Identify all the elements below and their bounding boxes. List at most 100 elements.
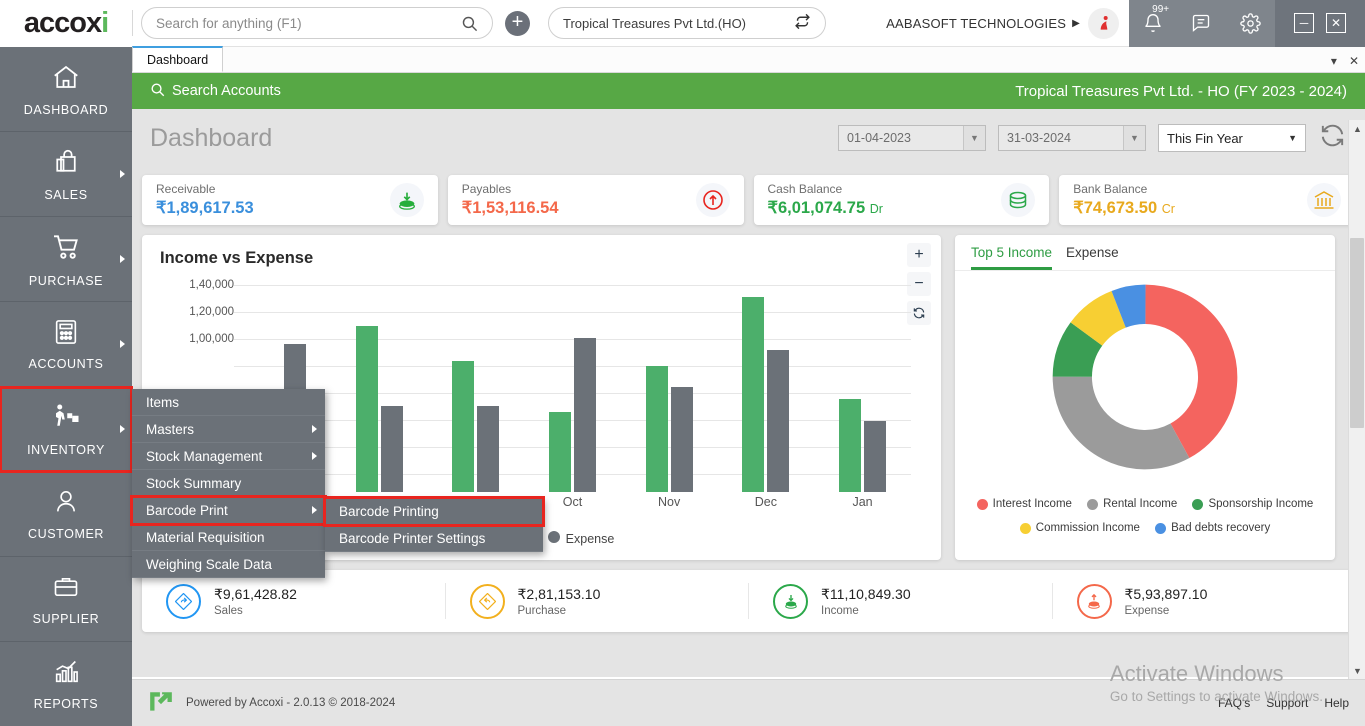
summary-income[interactable]: ₹11,10,849.30 Income — [749, 583, 1053, 619]
pie-tab-strip: Top 5 Income Expense — [955, 235, 1335, 271]
support-link[interactable]: Support — [1266, 696, 1308, 710]
menu-item-items[interactable]: Items — [132, 389, 325, 416]
inventory-menu: Items Masters Stock Management Stock Sum… — [132, 389, 325, 578]
legend-item-bad-debts-recovery[interactable]: Bad debts recovery — [1155, 518, 1270, 539]
slice-bad-debts-recovery — [1072, 304, 1217, 449]
global-search[interactable] — [141, 7, 493, 39]
kpi-card-payables[interactable]: Payables ₹1,53,116.54 — [448, 175, 744, 225]
summary-label: Income — [821, 605, 911, 617]
switch-company-icon[interactable] — [794, 13, 811, 33]
sidebar-item-customer[interactable]: CUSTOMER — [0, 472, 132, 557]
legend-label: Interest Income — [993, 494, 1072, 515]
search-accounts-button[interactable]: Search Accounts — [150, 82, 281, 101]
refresh-icon[interactable] — [1318, 121, 1347, 155]
chevron-right-icon — [120, 425, 125, 433]
summary-value: ₹9,61,428.82 — [214, 586, 297, 603]
legend-item-rental-income[interactable]: Rental Income — [1087, 494, 1177, 515]
bar-expense[interactable] — [381, 406, 403, 492]
purchase-icon — [470, 584, 505, 619]
sidebar-item-label: ACCOUNTS — [29, 357, 104, 371]
menu-item-barcode-printer-settings[interactable]: Barcode Printer Settings — [325, 525, 543, 552]
chevron-down-icon[interactable]: ▼ — [963, 126, 985, 150]
company-selector[interactable]: Tropical Treasures Pvt Ltd.(HO) — [548, 7, 826, 39]
search-input[interactable] — [156, 16, 461, 31]
menu-item-stock-summary[interactable]: Stock Summary — [132, 470, 325, 497]
bar-expense[interactable] — [574, 338, 596, 492]
close-button[interactable]: ✕ — [1326, 13, 1346, 33]
menu-item-barcode-print[interactable]: Barcode Print — [132, 497, 325, 524]
menu-item-masters[interactable]: Masters — [132, 416, 325, 443]
faq-link[interactable]: FAQ's — [1218, 696, 1250, 710]
bar-expense[interactable] — [767, 350, 789, 492]
scroll-down-arrow[interactable]: ▼ — [1349, 662, 1365, 679]
summary-value: ₹2,81,153.10 — [518, 586, 601, 603]
legend-label: Expense — [566, 532, 615, 546]
summary-expense[interactable]: ₹5,93,897.10 Expense — [1053, 583, 1356, 619]
kpi-card-bank-balance[interactable]: Bank Balance ₹74,673.50 Cr — [1059, 175, 1355, 225]
accoxi-logo-icon — [148, 689, 174, 718]
bar-income[interactable] — [356, 326, 378, 492]
vertical-scrollbar[interactable]: ▲ ▼ — [1348, 120, 1365, 679]
page-title: Dashboard — [150, 124, 272, 153]
tab-dashboard[interactable]: Dashboard — [132, 46, 223, 72]
organization-selector[interactable]: AABASOFT TECHNOLOGIES ▶ — [886, 16, 1080, 31]
messages-button[interactable] — [1191, 13, 1211, 33]
sidebar-item-inventory[interactable]: INVENTORY — [0, 387, 132, 472]
legend-item-sponsorship-income[interactable]: Sponsorship Income — [1192, 494, 1313, 515]
menu-item-weighing-scale-data[interactable]: Weighing Scale Data — [132, 551, 325, 578]
expense-icon — [1077, 584, 1112, 619]
sidebar-item-reports[interactable]: REPORTS — [0, 642, 132, 726]
x-tick: Jan — [837, 495, 889, 509]
kpi-card-receivable[interactable]: Receivable ₹1,89,617.53 — [142, 175, 438, 225]
menu-item-barcode-printing[interactable]: Barcode Printing — [325, 498, 543, 525]
bar-income[interactable] — [839, 399, 861, 492]
chevron-down-icon[interactable]: ▾ — [1331, 54, 1337, 68]
summary-purchase[interactable]: ₹2,81,153.10 Purchase — [446, 583, 750, 619]
menu-item-material-requisition[interactable]: Material Requisition — [132, 524, 325, 551]
add-new-button[interactable]: + — [505, 11, 530, 36]
x-tick: Nov — [643, 495, 695, 509]
zoom-in-button[interactable]: + — [907, 243, 931, 267]
avatar[interactable] — [1088, 8, 1119, 39]
sidebar-item-sales[interactable]: SALES — [0, 132, 132, 217]
tab-top-5-income[interactable]: Top 5 Income — [971, 245, 1052, 270]
money-out-icon — [696, 183, 730, 217]
app-logo: accoxi — [0, 0, 132, 47]
menu-item-label: Barcode Printing — [339, 504, 439, 519]
kpi-card-cash-balance[interactable]: Cash Balance ₹6,01,074.75 Dr — [754, 175, 1050, 225]
period-select[interactable]: This Fin Year ▼ — [1158, 124, 1306, 152]
tab-expense[interactable]: Expense — [1066, 245, 1119, 270]
help-link[interactable]: Help — [1324, 696, 1349, 710]
sidebar-item-accounts[interactable]: ACCOUNTS — [0, 302, 132, 387]
menu-item-stock-management[interactable]: Stock Management — [132, 443, 325, 470]
close-icon[interactable]: ✕ — [1349, 54, 1359, 68]
coins-icon — [1001, 183, 1035, 217]
kpi-value: ₹74,673.50 Cr — [1073, 198, 1175, 218]
bar-expense[interactable] — [671, 387, 693, 492]
search-icon[interactable] — [461, 15, 478, 32]
sidebar-item-purchase[interactable]: PURCHASE — [0, 217, 132, 302]
bar-income[interactable] — [549, 412, 571, 492]
summary-sales[interactable]: ₹9,61,428.82 Sales — [142, 583, 446, 619]
from-date-picker[interactable]: 01-04-2023 ▼ — [838, 125, 986, 151]
scrollbar-thumb[interactable] — [1350, 238, 1364, 428]
legend-item-commission-income[interactable]: Commission Income — [1020, 518, 1140, 539]
chevron-down-icon[interactable]: ▼ — [1288, 133, 1297, 143]
minimize-button[interactable]: ─ — [1294, 13, 1314, 33]
scroll-up-arrow[interactable]: ▲ — [1349, 120, 1365, 137]
summary-label: Purchase — [518, 605, 601, 617]
settings-button[interactable] — [1240, 13, 1261, 34]
bar-expense[interactable] — [864, 421, 886, 492]
legend-item-expense[interactable]: Expense — [548, 531, 615, 546]
to-date-picker[interactable]: 31-03-2024 ▼ — [998, 125, 1146, 151]
bar-income[interactable] — [742, 297, 764, 492]
main-pane: Dashboard ▾ ✕ Search Accounts Tropical T… — [132, 47, 1365, 726]
chevron-down-icon[interactable]: ▼ — [1123, 126, 1145, 150]
legend-item-interest-income[interactable]: Interest Income — [977, 494, 1072, 515]
notifications-button[interactable]: 99+ — [1143, 13, 1163, 33]
bar-income[interactable] — [646, 366, 668, 492]
sidebar-item-supplier[interactable]: SUPPLIER — [0, 557, 132, 642]
bar-expense[interactable] — [477, 406, 499, 492]
bar-income[interactable] — [452, 361, 474, 492]
sidebar-item-dashboard[interactable]: DASHBOARD — [0, 47, 132, 132]
